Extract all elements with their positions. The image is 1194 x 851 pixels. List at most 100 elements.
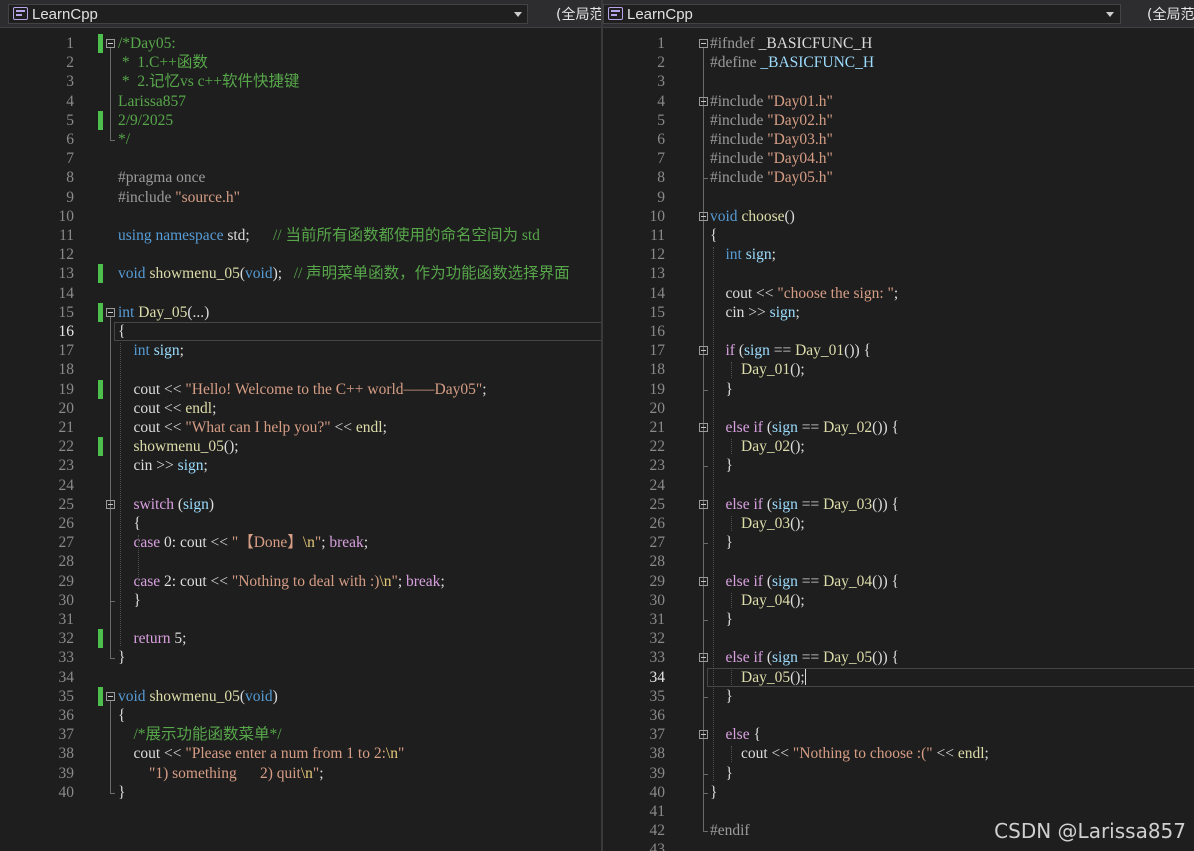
- code-editor[interactable]: 1 #ifndef _BASICFUNC_H 2 #define _BASICFUNC…: [603, 28, 1194, 851]
- line-number: 9: [66, 188, 74, 206]
- line-number: 9: [657, 188, 665, 206]
- code-token: showmenu_05: [149, 687, 240, 705]
- fold-toggle-icon[interactable]: [699, 211, 708, 221]
- code-token: cout <<: [710, 745, 793, 763]
- code-token: {: [118, 707, 126, 724]
- code-line: 38 cout << "Please enter a num from 1 to…: [0, 744, 603, 763]
- line-number: 18: [649, 361, 666, 379]
- dropdown-arrow-icon[interactable]: [514, 12, 522, 17]
- code-token: break: [406, 572, 441, 590]
- fold-toggle-icon[interactable]: [699, 423, 708, 432]
- code-token: ;: [984, 745, 989, 763]
- code-line: 9 #include "source.h": [0, 188, 603, 207]
- code-text: * 2.记忆vs c++软件快捷键: [118, 72, 300, 91]
- code-line: 8 #include "Day05.h": [603, 168, 1194, 187]
- fold-toggle-icon[interactable]: [699, 96, 708, 106]
- code-token: ;: [482, 380, 487, 398]
- code-token: ): [272, 687, 278, 705]
- fold-toggle-icon[interactable]: [699, 576, 708, 586]
- code-line: 16: [603, 322, 1194, 341]
- line-number: 35: [649, 687, 666, 705]
- code-line: 27 case 0: cout << "【Done】\n"; break;: [0, 533, 603, 552]
- code-token: "Day02.h": [767, 111, 833, 129]
- fold-region-end: [110, 658, 115, 660]
- code-token: Day_01: [741, 361, 791, 379]
- code-line: 35 void showmenu_05(void): [0, 687, 603, 706]
- code-text: else if (sign == Day_05()) {: [710, 648, 899, 667]
- code-token: void: [118, 687, 150, 705]
- code-token: );: [272, 265, 294, 283]
- fold-toggle-icon[interactable]: [106, 39, 115, 48]
- code-token: \n: [300, 764, 313, 782]
- code-text: }: [118, 648, 125, 667]
- fold-toggle-icon[interactable]: [106, 307, 115, 317]
- fold-region-line: [110, 316, 111, 659]
- code-token: switch: [133, 495, 178, 513]
- code-line: 40}: [603, 783, 1194, 802]
- code-token: Day_03: [741, 515, 791, 532]
- fold-region-line: [110, 48, 111, 140]
- line-number: 26: [58, 515, 75, 532]
- code-text: cout << endl;: [118, 399, 217, 418]
- code-token: ()) {: [872, 572, 899, 590]
- code-text: cout << "choose the sign: ";: [710, 284, 899, 303]
- code-token: cout <<: [710, 284, 778, 302]
- code-text: void showmenu_05(void); // 声明菜单函数，作为功能函数…: [118, 264, 570, 283]
- code-line: 15 int Day_05(...): [0, 303, 603, 322]
- project-icon: [13, 7, 28, 20]
- code-token: "Nothing to deal with :): [231, 572, 380, 590]
- code-text: int Day_05(...): [118, 303, 209, 322]
- code-line: 4 #include "Day01.h": [603, 92, 1194, 111]
- project-dropdown[interactable]: LearnCpp: [603, 4, 1121, 24]
- code-line: 13: [603, 264, 1194, 283]
- line-number: 25: [58, 495, 75, 513]
- code-token: else if: [725, 495, 767, 513]
- line-number: 10: [58, 207, 75, 225]
- code-token: #endif: [710, 822, 750, 840]
- fold-toggle-icon[interactable]: [699, 499, 708, 509]
- scope-dropdown-label[interactable]: (全局范: [556, 4, 603, 24]
- code-token: ): [208, 495, 215, 513]
- fold-toggle-icon[interactable]: [699, 653, 708, 663]
- fold-toggle-icon[interactable]: [106, 691, 115, 701]
- fold-toggle-icon[interactable]: [699, 39, 708, 48]
- project-dropdown[interactable]: LearnCpp: [8, 4, 528, 24]
- code-text: Larissa857: [118, 92, 186, 111]
- line-number: 35: [58, 687, 75, 705]
- line-number: 13: [58, 265, 75, 283]
- fold-toggle-icon[interactable]: [699, 346, 708, 356]
- scope-dropdown-label[interactable]: (全局范: [1147, 4, 1194, 24]
- code-text: /*Day05:: [118, 34, 176, 53]
- code-token: "Day01.h": [767, 92, 833, 110]
- code-token: ();: [790, 591, 805, 609]
- fold-region-end: [110, 792, 115, 794]
- code-text: }: [118, 591, 141, 610]
- line-number: 5: [66, 111, 74, 129]
- line-number: 32: [649, 630, 666, 648]
- code-token: ()) {: [844, 342, 871, 360]
- code-text: #include "Day01.h": [710, 92, 833, 111]
- code-line: 36: [603, 706, 1194, 725]
- code-editor[interactable]: 1/*Day05: 2 * 1.C++函数 3 * 2.记忆vs c++软件快捷键 4…: [0, 28, 603, 851]
- fold-toggle-icon[interactable]: [106, 499, 115, 509]
- code-token: }: [710, 783, 718, 801]
- code-line: 39 "1) something 2) quit\n";: [0, 764, 603, 783]
- change-marker: [98, 379, 103, 399]
- code-line: 4 Larissa857: [0, 92, 603, 111]
- line-number: 12: [58, 246, 75, 264]
- indent-guide: [713, 247, 714, 781]
- code-token: {: [118, 515, 141, 532]
- fold-toggle-icon[interactable]: [699, 730, 708, 740]
- code-token: * 2.记忆vs c++软件快捷键: [118, 73, 300, 91]
- dropdown-arrow-icon[interactable]: [1106, 12, 1114, 17]
- line-number: 18: [58, 361, 75, 379]
- line-number: 8: [66, 169, 74, 187]
- code-token: else if: [725, 649, 767, 667]
- fold-region-line: [110, 508, 111, 601]
- fold-region-line: [703, 432, 704, 467]
- code-token: ;: [363, 534, 369, 552]
- code-token: endl: [957, 745, 985, 763]
- line-number: 12: [649, 246, 666, 264]
- code-text: using namespace std; // 当前所有函数都使用的命名空间为 …: [118, 226, 540, 245]
